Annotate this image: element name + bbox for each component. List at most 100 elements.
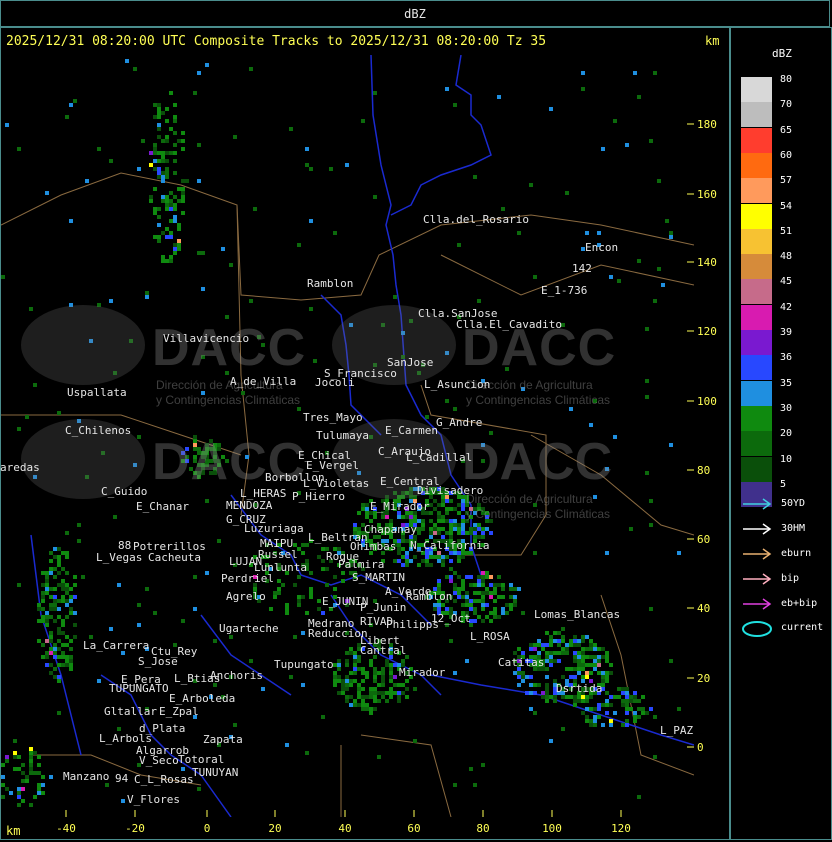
watermark-subtitle: y Contingencias Climáticas <box>466 393 611 407</box>
echo-cell <box>405 563 409 567</box>
echo-cell <box>37 619 41 623</box>
place-e-arboleda: E_Arboleda <box>169 692 236 705</box>
echo-cell <box>173 151 177 155</box>
echo-cell <box>573 703 577 707</box>
echo-cell <box>373 195 377 199</box>
echo-cell <box>629 527 633 531</box>
title-bar: dBZ <box>0 0 830 27</box>
echo-cell <box>413 687 417 691</box>
echo-cell <box>69 599 73 603</box>
echo-cell <box>345 651 349 655</box>
echo-cell <box>641 711 645 715</box>
echo-cell <box>153 207 157 211</box>
echo-cell <box>173 247 177 251</box>
echo-cell <box>345 683 349 687</box>
echo-cell <box>173 195 177 199</box>
timestamp-header: 2025/12/31 08:20:00 UTC Composite Tracks… <box>6 34 547 49</box>
echo-cell <box>501 207 505 211</box>
echo-cell <box>581 711 585 715</box>
echo-cell <box>65 531 69 535</box>
echo-cell <box>449 499 453 503</box>
echo-cell <box>653 715 657 719</box>
echo-cell <box>145 587 149 591</box>
y-tick-label: 160 <box>697 188 717 201</box>
echo-cell <box>565 695 569 699</box>
echo-cell <box>61 599 65 603</box>
echo-cell <box>53 667 57 671</box>
echo-cell <box>641 707 645 711</box>
echo-cell <box>377 755 381 759</box>
echo-cell <box>381 515 385 519</box>
echo-cell <box>401 547 405 551</box>
place-tunuyan: TUNUYAN <box>192 766 239 779</box>
echo-cell <box>561 675 565 679</box>
echo-cell <box>13 751 17 755</box>
echo-cell <box>545 667 549 671</box>
echo-cell <box>181 139 185 143</box>
echo-cell <box>453 527 457 531</box>
echo-cell <box>605 551 609 555</box>
echo-cell <box>137 167 141 171</box>
echo-cell <box>61 587 65 591</box>
echo-cell <box>165 171 169 175</box>
km-label-top: km <box>705 34 720 48</box>
echo-cell <box>21 771 25 775</box>
echo-cell <box>585 655 589 659</box>
echo-cell <box>365 707 369 711</box>
echo-cell <box>57 631 61 635</box>
place-gltallar: Gltallar <box>104 705 157 718</box>
echo-cell <box>425 555 429 559</box>
echo-cell <box>437 559 441 563</box>
echo-cell <box>337 659 341 663</box>
echo-cell <box>273 591 277 595</box>
legend-value: 70 <box>780 99 793 111</box>
echo-cell <box>465 531 469 535</box>
echo-cell <box>397 699 401 703</box>
echo-cell <box>65 659 69 663</box>
echo-cell <box>5 787 9 791</box>
echo-cell <box>609 663 613 667</box>
echo-cell <box>57 639 61 643</box>
echo-cell <box>601 147 605 151</box>
echo-cell <box>605 711 609 715</box>
echo-cell <box>597 663 601 667</box>
echo-cell <box>361 671 365 675</box>
echo-cell <box>309 219 313 223</box>
echo-cell <box>513 603 517 607</box>
echo-cell <box>297 595 301 599</box>
echo-cell <box>429 555 433 559</box>
echo-cell <box>177 243 181 247</box>
echo-cell <box>445 507 449 511</box>
echo-cell <box>449 519 453 523</box>
echo-cell <box>405 687 409 691</box>
echo-cell <box>585 699 589 703</box>
echo-cell <box>457 559 461 563</box>
echo-cell <box>625 711 629 715</box>
echo-cell <box>353 655 357 659</box>
echo-cell <box>153 211 157 215</box>
echo-cell <box>45 611 49 615</box>
echo-cell <box>157 151 161 155</box>
echo-cell <box>529 707 533 711</box>
echo-cell <box>477 575 481 579</box>
echo-cell <box>569 643 573 647</box>
echo-cell <box>361 507 365 511</box>
echo-cell <box>537 639 541 643</box>
echo-cell <box>625 687 629 691</box>
echo-cell <box>433 531 437 535</box>
echo-cell <box>321 567 325 571</box>
legend-value: 42 <box>780 301 793 313</box>
echo-cell <box>37 763 41 767</box>
echo-cell <box>57 675 61 679</box>
echo-cell <box>345 695 349 699</box>
echo-cell <box>465 575 469 579</box>
echo-cell <box>413 555 417 559</box>
echo-cell <box>161 111 165 115</box>
echo-cell <box>57 555 61 559</box>
echo-cell <box>401 659 405 663</box>
echo-cell <box>545 675 549 679</box>
echo-cell <box>441 563 445 567</box>
echo-cell <box>649 607 653 611</box>
echo-cell <box>549 651 553 655</box>
echo-cell <box>397 543 401 547</box>
